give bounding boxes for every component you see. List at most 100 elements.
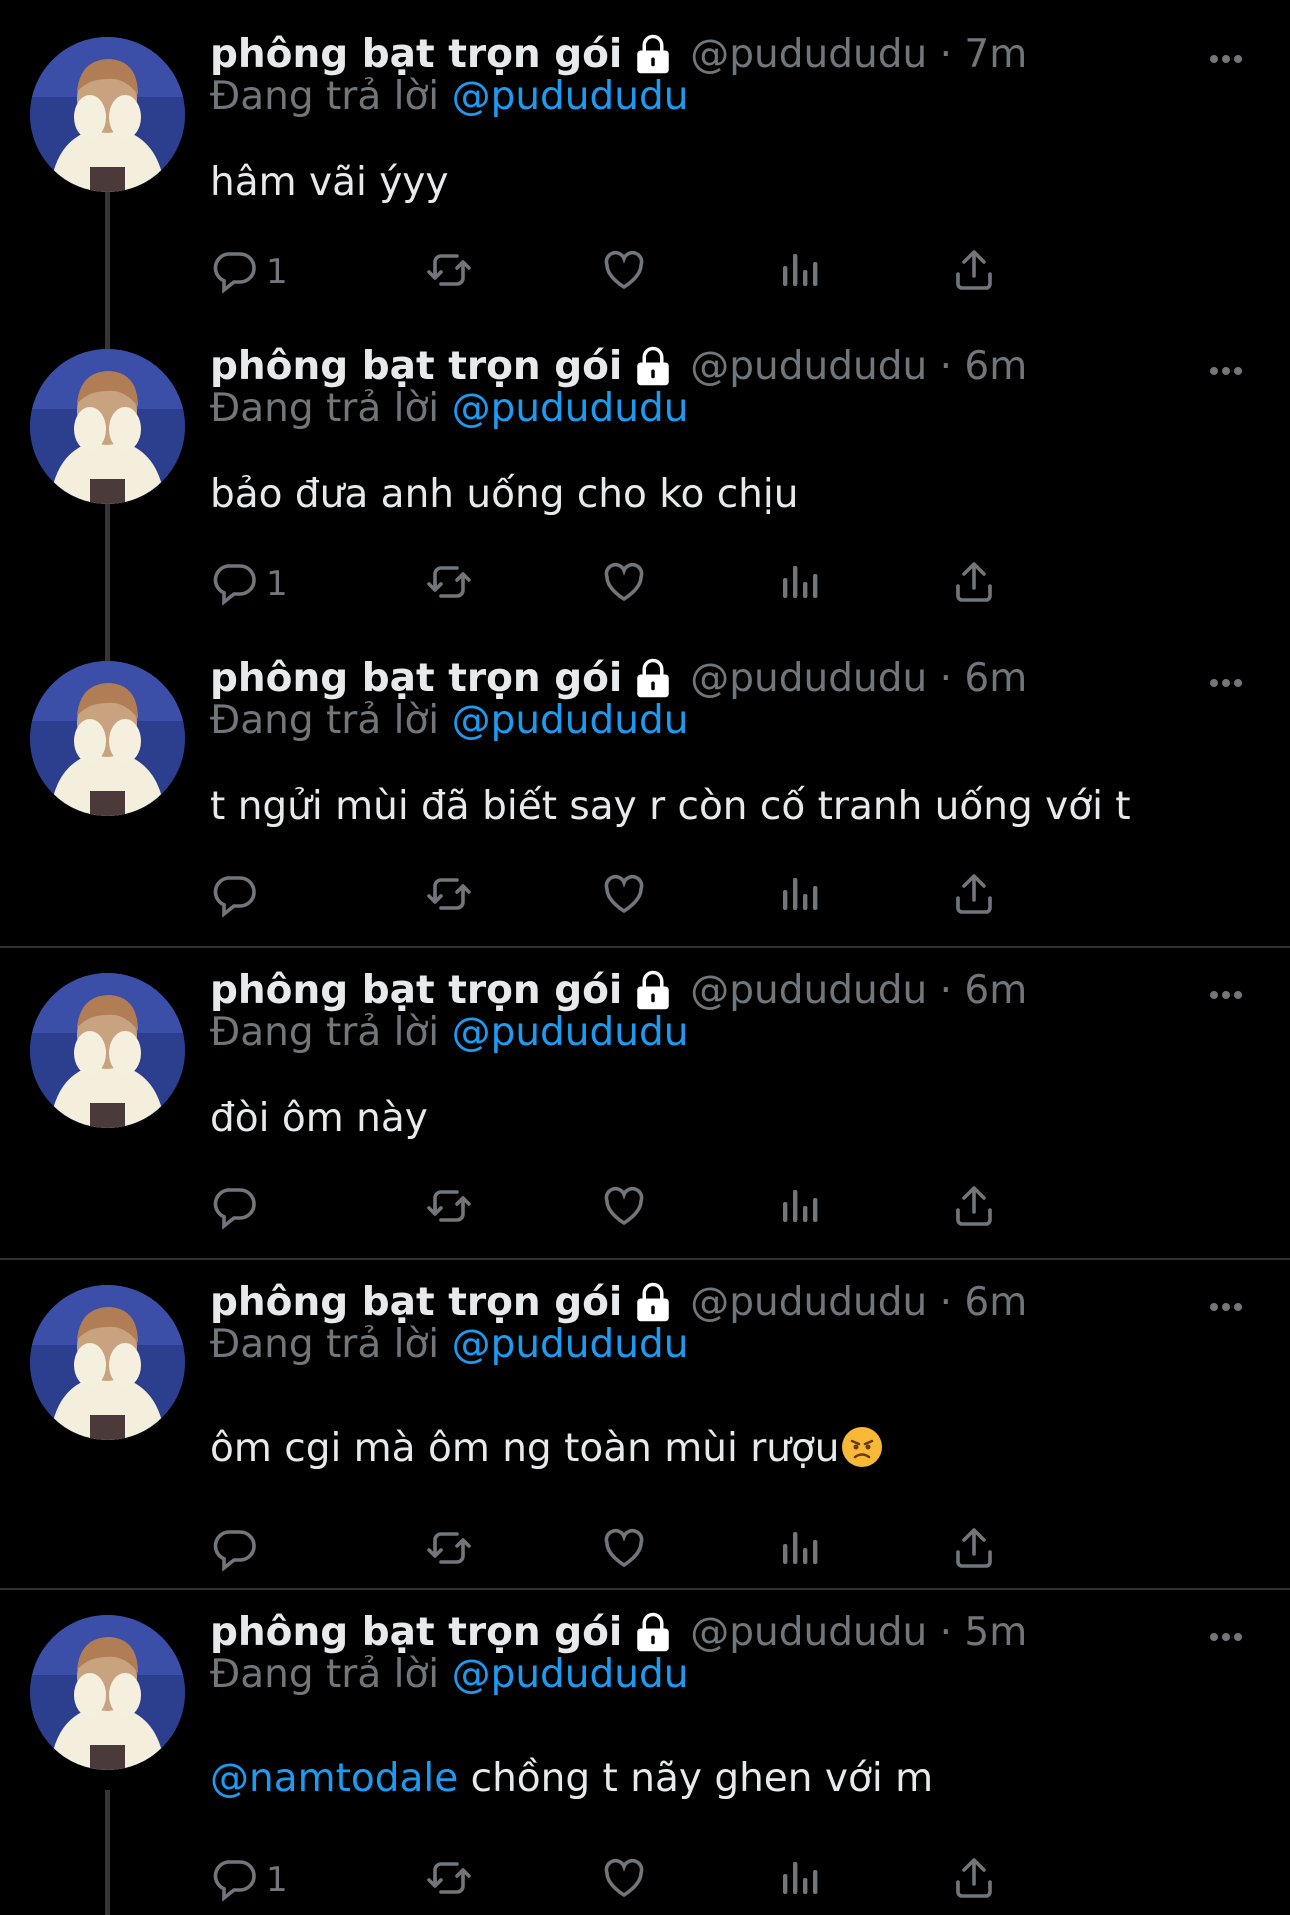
display-name[interactable]: phông bạt trọn gói [210, 32, 622, 77]
text-mention[interactable]: @namtodale [210, 1756, 458, 1801]
reply-button[interactable] [210, 866, 266, 926]
separator-dot: · [927, 31, 965, 77]
reply-count: 1 [266, 252, 288, 292]
more-icon[interactable] [1206, 1292, 1246, 1322]
avatar[interactable] [30, 1285, 185, 1440]
like-button[interactable] [600, 1520, 648, 1580]
like-icon [600, 870, 648, 922]
like-button[interactable] [600, 554, 648, 614]
share-button[interactable] [950, 866, 998, 926]
avatar[interactable] [30, 973, 185, 1128]
share-icon [950, 1524, 998, 1576]
retweet-button[interactable] [425, 1178, 473, 1238]
replying-to: Đang trả lời @pudududu [210, 386, 688, 431]
share-button[interactable] [950, 1178, 998, 1238]
handle[interactable]: @pudududu [690, 968, 927, 1013]
retweet-button[interactable] [425, 1520, 473, 1580]
reply-icon [210, 1524, 258, 1576]
reply-button[interactable] [210, 1178, 266, 1238]
avatar[interactable] [30, 349, 185, 504]
display-name[interactable]: phông bạt trọn gói [210, 656, 622, 701]
reply-button[interactable]: 1 [210, 1850, 288, 1910]
like-icon [600, 1854, 648, 1906]
views-button[interactable] [775, 1178, 823, 1238]
more-icon[interactable] [1206, 980, 1246, 1010]
tweet-actions: 1 [210, 554, 1150, 614]
views-button[interactable] [775, 1520, 823, 1580]
reply-button[interactable]: 1 [210, 242, 288, 302]
tweet-actions [210, 866, 1150, 926]
display-name[interactable]: phông bạt trọn gói [210, 344, 622, 389]
reply-button[interactable] [210, 1520, 266, 1580]
retweet-button[interactable] [425, 554, 473, 614]
tweet[interactable]: phông bạt trọn gói @pudududu · 6m Đang trả… [0, 936, 1290, 1248]
share-button[interactable] [950, 554, 998, 614]
views-button[interactable] [775, 1850, 823, 1910]
like-button[interactable] [600, 1178, 648, 1238]
replying-to-label: Đang trả lời [210, 1652, 440, 1697]
avatar[interactable] [30, 661, 185, 816]
replying-to-mention[interactable]: @pudududu [452, 1652, 689, 1697]
display-name[interactable]: phông bạt trọn gói [210, 968, 622, 1013]
views-icon [775, 1182, 823, 1234]
tweet[interactable]: phông bạt trọn gói @pudududu · 5m Đang trả… [0, 1578, 1290, 1902]
timestamp[interactable]: 7m [964, 32, 1027, 77]
handle[interactable]: @pudududu [690, 1610, 927, 1655]
more-icon[interactable] [1206, 668, 1246, 698]
timestamp[interactable]: 6m [964, 1280, 1027, 1325]
views-button[interactable] [775, 242, 823, 302]
display-name[interactable]: phông bạt trọn gói [210, 1610, 622, 1655]
separator-dot: · [927, 1279, 965, 1325]
retweet-button[interactable] [425, 866, 473, 926]
tweet[interactable]: phông bạt trọn gói @pudududu · 7m Đang trả… [0, 0, 1290, 312]
handle[interactable]: @pudududu [690, 656, 927, 701]
replying-to-mention[interactable]: @pudududu [452, 1010, 689, 1055]
reply-icon [210, 558, 258, 610]
handle[interactable]: @pudududu [690, 1280, 927, 1325]
views-icon [775, 246, 823, 298]
views-button[interactable] [775, 554, 823, 614]
replying-to-mention[interactable]: @pudududu [452, 386, 689, 431]
reply-button[interactable]: 1 [210, 554, 288, 614]
replying-to-mention[interactable]: @pudududu [452, 1322, 689, 1367]
timestamp[interactable]: 6m [964, 968, 1027, 1013]
lock-icon [632, 1611, 674, 1653]
avatar[interactable] [30, 37, 185, 192]
timestamp[interactable]: 5m [964, 1610, 1027, 1655]
more-icon[interactable] [1206, 356, 1246, 386]
retweet-button[interactable] [425, 1850, 473, 1910]
like-button[interactable] [600, 866, 648, 926]
share-button[interactable] [950, 242, 998, 302]
separator-dot: · [927, 1609, 965, 1655]
share-button[interactable] [950, 1850, 998, 1910]
views-button[interactable] [775, 866, 823, 926]
lock-icon [632, 345, 674, 387]
like-button[interactable] [600, 1850, 648, 1910]
timestamp[interactable]: 6m [964, 656, 1027, 701]
share-button[interactable] [950, 1520, 998, 1580]
reply-icon [210, 246, 258, 298]
replying-to-mention[interactable]: @pudududu [452, 74, 689, 119]
handle[interactable]: @pudududu [690, 32, 927, 77]
lock-icon [632, 33, 674, 75]
display-name[interactable]: phông bạt trọn gói [210, 1280, 622, 1325]
tweet[interactable]: phông bạt trọn gói @pudududu · 6m Đang trả… [0, 1248, 1290, 1572]
reply-count: 1 [266, 1860, 288, 1900]
retweet-button[interactable] [425, 242, 473, 302]
tweet-actions [210, 1178, 1150, 1238]
replying-to-label: Đang trả lời [210, 386, 440, 431]
more-icon[interactable] [1206, 1622, 1246, 1652]
timestamp[interactable]: 6m [964, 344, 1027, 389]
tweet[interactable]: phông bạt trọn gói @pudududu · 6m Đang trả… [0, 624, 1290, 936]
share-icon [950, 1854, 998, 1906]
tweet-actions: 1 [210, 1850, 1150, 1910]
more-icon[interactable] [1206, 44, 1246, 74]
views-icon [775, 1524, 823, 1576]
avatar[interactable] [30, 1615, 185, 1770]
like-button[interactable] [600, 242, 648, 302]
handle[interactable]: @pudududu [690, 344, 927, 389]
like-icon [600, 1524, 648, 1576]
tweet[interactable]: phông bạt trọn gói @pudududu · 6m Đang trả… [0, 312, 1290, 624]
views-icon [775, 870, 823, 922]
replying-to-mention[interactable]: @pudududu [452, 698, 689, 743]
